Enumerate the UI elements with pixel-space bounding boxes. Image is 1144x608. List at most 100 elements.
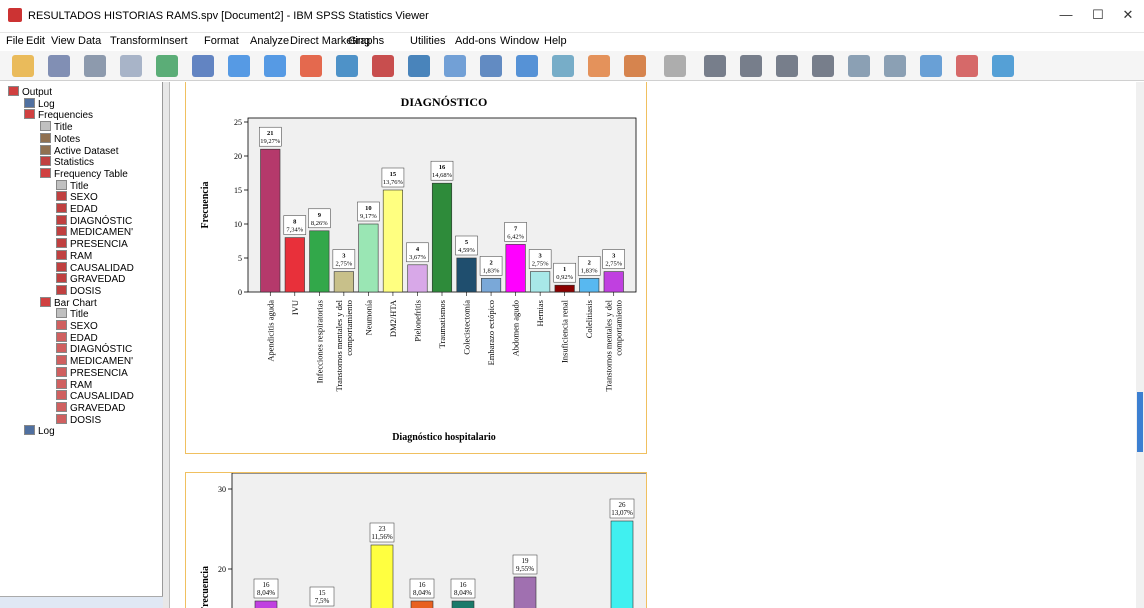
x-tick-label: Hernias — [535, 300, 545, 326]
chart-builder-icon[interactable] — [408, 55, 430, 77]
insert-output-icon[interactable] — [664, 55, 686, 77]
tree-item-gravedad[interactable]: GRAVEDAD — [56, 401, 125, 414]
tree-item-frequencies[interactable]: Frequencies — [24, 109, 93, 121]
y-tick-label: 0 — [238, 288, 242, 297]
title-bar: RESULTADOS HISTORIAS RAMS.spv [Document2… — [0, 0, 1144, 33]
pie-icon[interactable] — [444, 55, 466, 77]
export-icon[interactable] — [156, 55, 178, 77]
collapse-icon[interactable] — [812, 55, 834, 77]
tree-item-sexo[interactable]: SEXO — [56, 320, 98, 332]
tree-item-presencia[interactable]: PRESENCIA — [56, 366, 128, 379]
content-vertical-scrollbar[interactable] — [1136, 82, 1144, 608]
tree-item-medicamen-[interactable]: MEDICAMEN' — [56, 226, 133, 238]
value-labels-icon[interactable] — [552, 55, 574, 77]
tree-item-label: Frequency Table — [54, 168, 128, 180]
tree-item-title[interactable]: Title — [40, 121, 73, 133]
pane-splitter[interactable] — [163, 82, 170, 608]
tree-item-diagn-stic[interactable]: DIAGNÓSTIC — [56, 343, 132, 355]
menu-edit[interactable]: Edit — [26, 35, 45, 47]
back-icon[interactable] — [704, 55, 726, 77]
menu-utilities[interactable]: Utilities — [410, 35, 445, 47]
tree-item-ram[interactable]: RAM — [56, 249, 92, 262]
data-label-percent: 9,17% — [360, 213, 377, 220]
tree-item-gravedad[interactable]: GRAVEDAD — [56, 273, 125, 285]
insert-heading-icon[interactable] — [920, 55, 942, 77]
tree-item-notes[interactable]: Notes — [40, 132, 80, 145]
tree-item-causalidad[interactable]: CAUSALIDAD — [56, 390, 134, 402]
x-tick-label: Colecistectomía — [462, 300, 472, 355]
dialog-recall-icon[interactable] — [192, 55, 214, 77]
tree-item-diagn-stic[interactable]: DIAGNÓSTIC — [56, 214, 132, 227]
goto-case-icon[interactable] — [336, 55, 358, 77]
close-button[interactable]: ✕ — [1114, 6, 1142, 24]
forward-icon[interactable] — [740, 55, 762, 77]
goto-data-icon[interactable] — [300, 55, 322, 77]
spell-icon[interactable] — [624, 55, 646, 77]
save-icon[interactable] — [48, 55, 70, 77]
tree-item-causalidad[interactable]: CAUSALIDAD — [56, 261, 134, 274]
print-preview-icon[interactable] — [120, 55, 142, 77]
menu-help[interactable]: Help — [544, 35, 567, 47]
bar-1 — [284, 237, 305, 293]
outline-horizontal-scrollbar[interactable] — [0, 596, 163, 608]
plot-area-2 — [231, 472, 653, 608]
tree-item-statistics[interactable]: Statistics — [40, 156, 94, 168]
tree-item-title[interactable]: Title — [56, 308, 89, 320]
tree-item-title[interactable]: Title — [56, 179, 89, 192]
tree-item-edad[interactable]: EDAD — [56, 331, 98, 344]
menu-analyze[interactable]: Analyze — [250, 35, 289, 47]
scatter-icon[interactable] — [480, 55, 502, 77]
diagnostico-chart-frame[interactable]: DIAGNÓSTICO 0 5 10 15 20 25 Frecuencia 21 19,27% A… — [185, 82, 647, 454]
second-chart-frame[interactable]: 20 30 Frecuencia 16 8,04% 15 7,5% 23 11,56% 16 8,0… — [185, 472, 653, 608]
scrollbar-thumb[interactable] — [1137, 392, 1143, 452]
select-cases-icon[interactable] — [516, 55, 538, 77]
tree-item-ram[interactable]: RAM — [56, 378, 92, 391]
designate-window-icon[interactable] — [588, 55, 610, 77]
tree-item-active-dataset[interactable]: Active Dataset — [40, 144, 118, 157]
log-icon — [24, 97, 35, 108]
tree-item-log[interactable]: Log — [24, 425, 55, 437]
menu-window[interactable]: Window — [500, 35, 539, 47]
tree-item-label: PRESENCIA — [70, 367, 128, 379]
undo-icon[interactable] — [228, 55, 250, 77]
maximize-button[interactable]: ☐ — [1084, 6, 1112, 24]
insert-text-icon[interactable] — [992, 55, 1014, 77]
menu-format[interactable]: Format — [204, 35, 239, 47]
bar-4 — [358, 223, 379, 293]
menu-add-ons[interactable]: Add-ons — [455, 35, 496, 47]
insert-title-icon[interactable] — [956, 55, 978, 77]
tree-item-frequency-table[interactable]: Frequency Table — [40, 167, 128, 180]
menu-view[interactable]: View — [51, 35, 75, 47]
menu-transform[interactable]: Transform — [110, 35, 160, 47]
diagnostico-bar-chart: DIAGNÓSTICO0510152025Frecuencia2119,27%A… — [200, 95, 637, 443]
bar-6 — [407, 264, 428, 293]
minimize-button[interactable]: — — [1052, 6, 1080, 24]
tree-item-log[interactable]: Log — [24, 97, 55, 110]
tree-item-presencia[interactable]: PRESENCIA — [56, 238, 128, 250]
data-label-percent: 13,07% — [611, 509, 633, 517]
second-bar-chart: 2030Frecuencia 168,04% 157,5%2311,56%168,0… — [200, 472, 653, 608]
title-icon — [40, 121, 51, 132]
tree-item-edad[interactable]: EDAD — [56, 203, 98, 215]
menu-insert[interactable]: Insert — [160, 35, 188, 47]
print-icon[interactable] — [84, 55, 106, 77]
outline-pane[interactable]: Output Log Frequencies Title Notes Active Dat… — [0, 82, 163, 602]
tree-item-bar-chart[interactable]: Bar Chart — [40, 296, 97, 309]
tree-item-dosis[interactable]: DOSIS — [56, 413, 101, 426]
data-label-count: 16 — [439, 164, 446, 171]
tree-item-output[interactable]: Output — [8, 86, 52, 98]
tree-item-label: Output — [22, 87, 53, 98]
tree-item-medicamen-[interactable]: MEDICAMEN' — [56, 355, 133, 367]
redo-icon[interactable] — [264, 55, 286, 77]
x-tick-label: Apendicitis aguda — [265, 300, 275, 362]
hide-icon[interactable] — [884, 55, 906, 77]
menu-file[interactable]: File — [6, 35, 24, 47]
tree-item-sexo[interactable]: SEXO — [56, 191, 98, 203]
expand-icon[interactable] — [776, 55, 798, 77]
menu-graphs[interactable]: Graphs — [348, 35, 384, 47]
tree-item-dosis[interactable]: DOSIS — [56, 284, 101, 297]
variables-icon[interactable] — [372, 55, 394, 77]
open-icon[interactable] — [12, 55, 34, 77]
show-icon[interactable] — [848, 55, 870, 77]
menu-data[interactable]: Data — [78, 35, 101, 47]
